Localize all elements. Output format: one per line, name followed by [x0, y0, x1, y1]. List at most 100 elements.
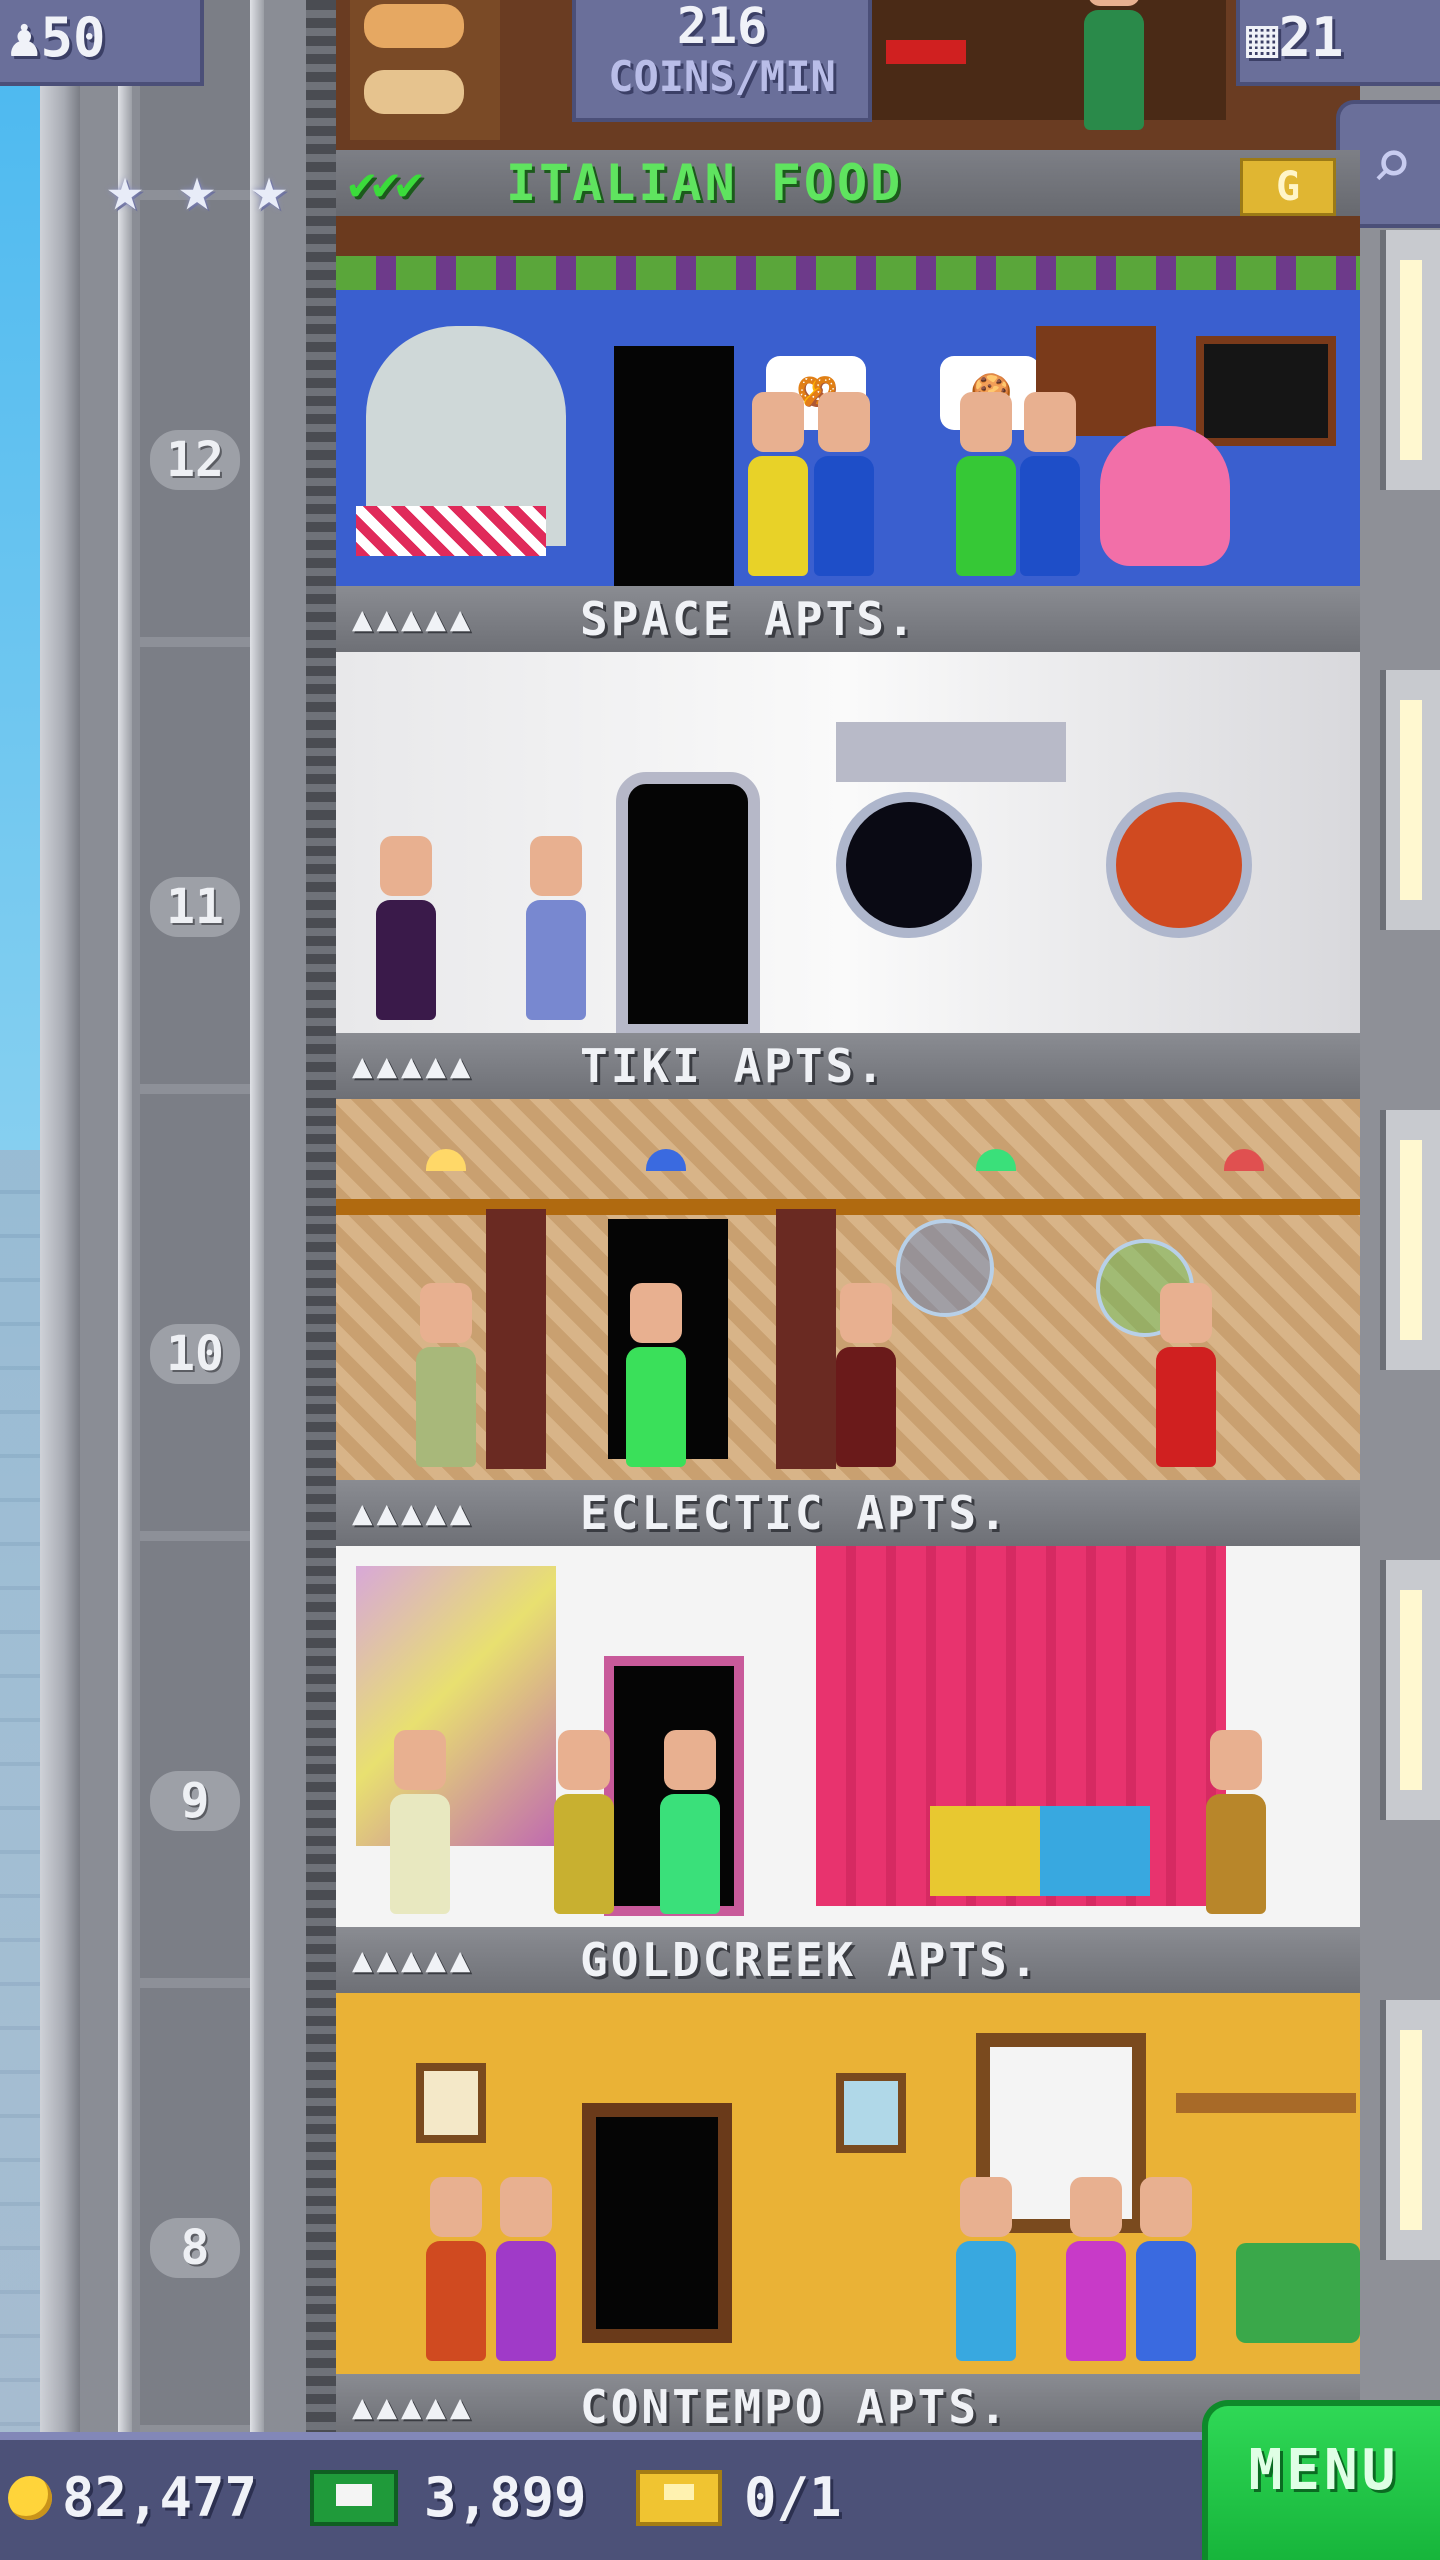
building-window	[1380, 1110, 1440, 1370]
residents-icon: ▲▲▲▲▲	[352, 1046, 475, 1086]
elevator-door[interactable]	[616, 772, 760, 1033]
floor-label-bar[interactable]: ▲▲▲▲▲ SPACE APTS.	[336, 586, 1360, 652]
citizen[interactable]	[1156, 1283, 1216, 1467]
grape-vine	[336, 256, 1360, 290]
chalkboard-menu	[1196, 336, 1336, 446]
book-shelf	[1176, 2093, 1356, 2113]
abstract-painting	[356, 1566, 556, 1846]
residents-icon: ▲▲▲▲▲	[352, 599, 475, 639]
citizen[interactable]	[526, 836, 586, 1020]
hanging-bird-cage	[896, 1219, 994, 1317]
floor-number-12: 12	[150, 430, 240, 490]
coins-per-min-label: COINS/MIN	[608, 52, 836, 101]
citizen[interactable]	[1066, 2177, 1126, 2361]
floors-value: ▦21	[1246, 6, 1344, 69]
citizen[interactable]	[496, 2177, 556, 2361]
citizen[interactable]	[1206, 1730, 1266, 1914]
residents-icon: ▲▲▲▲▲	[352, 1940, 475, 1980]
heart-costume-citizen[interactable]	[1100, 426, 1230, 566]
floor-name: CONTEMPO APTS.	[580, 2380, 1010, 2434]
residents-icon: ▲▲▲▲▲	[352, 1493, 475, 1533]
floor-number-8: 8	[150, 2218, 240, 2278]
coins-per-min-value: 216	[676, 0, 768, 55]
floor-name: GOLDCREEK APTS.	[580, 1933, 1041, 1987]
magnifier-icon: ⌕	[1370, 123, 1414, 205]
citizen[interactable]	[426, 2177, 486, 2361]
framed-painting	[836, 2073, 906, 2153]
elevator-cable-right	[250, 0, 264, 2440]
gold-badge-icon[interactable]: G	[1240, 158, 1336, 216]
goldcreek-apartment-room	[336, 1993, 1360, 2374]
floor-number-11: 11	[150, 877, 240, 937]
green-sofa	[1236, 2243, 1360, 2343]
tiki-apartment-room	[336, 1099, 1360, 1480]
tiki-statue	[486, 1209, 546, 1469]
floor-label-bar[interactable]: ▲▲▲▲▲ TIKI APTS.	[336, 1033, 1360, 1099]
tower-bux-icon[interactable]	[310, 2470, 398, 2526]
person-icon: ♟	[8, 6, 41, 69]
citizen[interactable]	[390, 1730, 450, 1914]
citizen[interactable]	[748, 392, 808, 576]
bread-loaf	[364, 70, 464, 114]
shaft-interior	[140, 0, 250, 2440]
space-apartment-room	[336, 652, 1360, 1033]
citizen[interactable]	[660, 1730, 720, 1914]
elevator-cable-left	[118, 0, 132, 2440]
citizen[interactable]	[836, 1283, 896, 1467]
elevator-door[interactable]	[614, 346, 734, 586]
elevator-door[interactable]	[582, 2103, 732, 2343]
citizen[interactable]	[1084, 0, 1144, 130]
bux-value: 3,899	[424, 2466, 587, 2529]
citizen[interactable]	[956, 2177, 1016, 2361]
citizen[interactable]	[554, 1730, 614, 1914]
residents-icon: ▲▲▲▲▲	[352, 2387, 475, 2427]
shaft-wall	[40, 0, 80, 2440]
control-panel	[836, 722, 1066, 782]
floor-number-10: 10	[150, 1324, 240, 1384]
blue-sofa	[1040, 1806, 1150, 1896]
bread-loaf	[364, 4, 464, 48]
bread-shelf	[350, 0, 500, 140]
star-icon: ★	[250, 152, 288, 225]
checkered-table	[356, 506, 546, 556]
menu-button[interactable]: MENU	[1202, 2400, 1440, 2560]
building-window	[1380, 230, 1440, 490]
yellow-sofa	[930, 1806, 1040, 1896]
porthole-mars	[1106, 792, 1252, 938]
eclectic-apartment-room	[336, 1546, 1360, 1927]
restaurant-room: 🥨 🍪	[336, 216, 1360, 586]
floor-name: ITALIAN FOOD	[506, 154, 904, 212]
population-value: ♟50	[8, 6, 106, 69]
citizen-luigi[interactable]	[1020, 392, 1080, 576]
floor-name: TIKI APTS.	[580, 1039, 887, 1093]
floor-number-9: 9	[150, 1771, 240, 1831]
citizen[interactable]	[956, 392, 1016, 576]
vip-ticket-icon[interactable]	[636, 2470, 722, 2526]
citizen[interactable]	[626, 1283, 686, 1467]
citizen[interactable]	[416, 1283, 476, 1467]
coin-icon	[8, 2476, 52, 2520]
floor-name: ECLECTIC APTS.	[580, 1486, 1010, 1540]
ceiling-lamp	[976, 1149, 1016, 1171]
building-window	[1380, 670, 1440, 930]
floor-label-bar[interactable]: ▲▲▲▲▲ ECLECTIC APTS.	[336, 1480, 1360, 1546]
ceiling-lamp	[646, 1149, 686, 1171]
building-window	[1380, 2000, 1440, 2260]
citizen[interactable]	[1136, 2177, 1196, 2361]
porthole-stars	[836, 792, 982, 938]
coins-value: 82,477	[62, 2466, 258, 2529]
counter	[866, 0, 1226, 120]
food-tray	[886, 40, 966, 64]
star-icon: ★	[178, 152, 216, 225]
building-window	[1380, 1560, 1440, 1820]
elevator-rail	[306, 0, 336, 2440]
ceiling-lamp	[426, 1149, 466, 1171]
ceiling-beam	[336, 216, 1360, 256]
framed-portrait	[416, 2063, 486, 2143]
ceiling-lamp	[1224, 1149, 1264, 1171]
stock-check-icons: ✔✔✔	[348, 156, 423, 210]
floor-label-bar[interactable]: ▲▲▲▲▲ GOLDCREEK APTS.	[336, 1927, 1360, 1993]
citizen[interactable]	[376, 836, 436, 1020]
citizen-mario[interactable]	[814, 392, 874, 576]
vip-ticket-value: 0/1	[744, 2466, 842, 2529]
